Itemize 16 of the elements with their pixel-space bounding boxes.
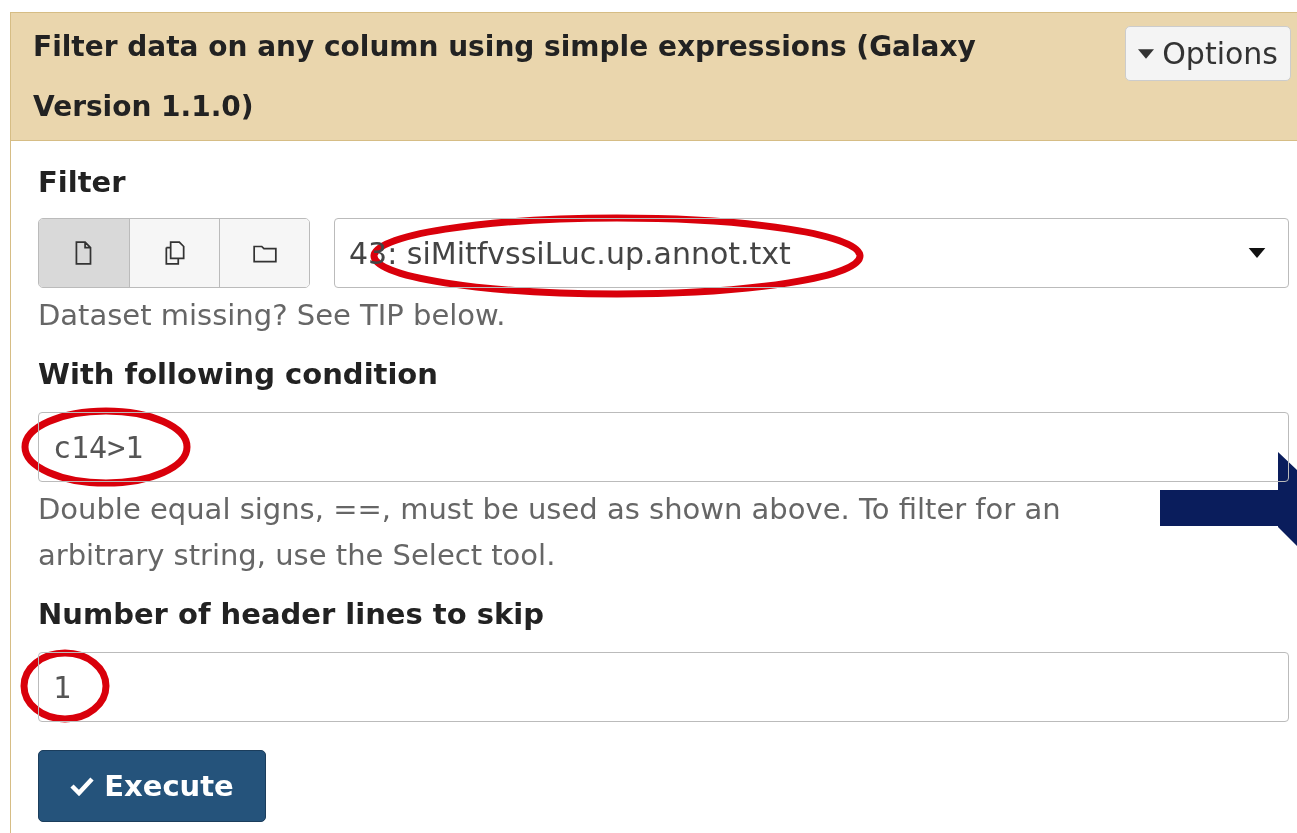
source-toggle-button[interactable] (219, 219, 309, 287)
source-toggle-button[interactable] (39, 219, 129, 287)
checkmark-icon (70, 776, 95, 796)
help-text: Double equal signs, ==, must be used as shown above. To filter for an arbitrary string, use the Select tool. (38, 491, 1062, 574)
source-toggle-button[interactable] (129, 219, 219, 287)
text-input-field[interactable]: 1 (38, 652, 1289, 722)
caret-icon (1138, 48, 1155, 59)
execute-button[interactable]: Execute (38, 750, 266, 822)
options-button[interactable]: Options (1125, 26, 1291, 81)
field-label: With following condition (38, 356, 439, 393)
text-input-field[interactable]: c14>1 (38, 412, 1289, 482)
field-label: Filter (38, 164, 127, 201)
dropdown-caret-icon (1248, 248, 1266, 258)
help-text: Dataset missing? See TIP below. (38, 297, 507, 334)
tool-title: Filter data on any column using simple expressions (Galaxy Version 1.1.0) (33, 29, 977, 125)
field-label: Number of header lines to skip (38, 596, 545, 633)
